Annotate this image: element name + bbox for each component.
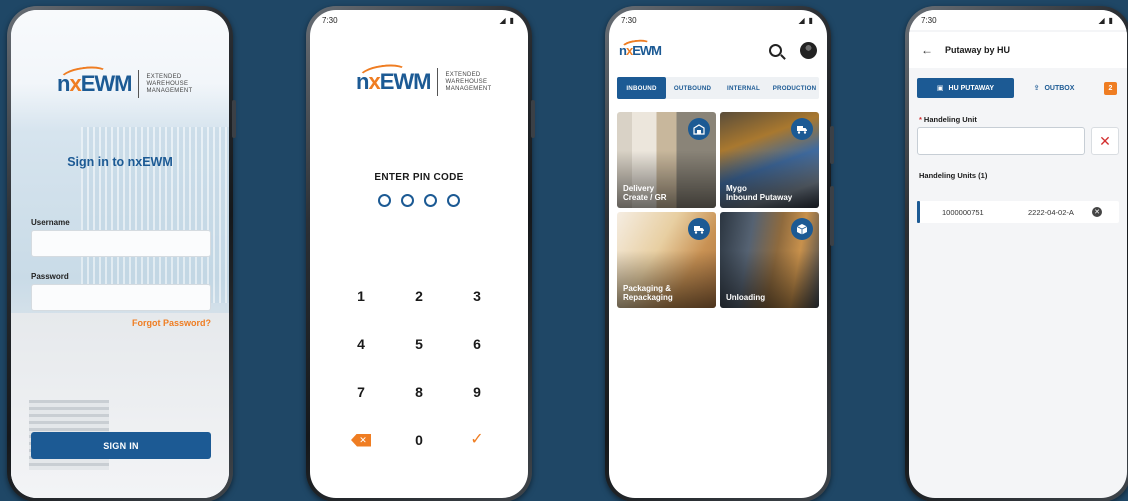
handeling-unit-input[interactable] [917, 127, 1085, 155]
key-4[interactable]: 4 [332, 335, 390, 353]
tile-label: Unloading [726, 293, 766, 302]
hu-number: 1000000751 [942, 207, 984, 217]
delete-key[interactable]: ✕ [332, 431, 390, 449]
logo-tagline: EXTENDED WAREHOUSE MANAGEMENT [445, 71, 492, 92]
tile-label: Packaging & Repackaging [623, 284, 673, 302]
logo-mark: nxEWM [356, 61, 431, 93]
pin-dot [447, 194, 460, 207]
key-7[interactable]: 7 [332, 383, 390, 401]
putaway-screen: 7:30 ◢ ▮ ← Putaway by HU ▣ HU PUTAWAY ⇪ O… [909, 10, 1127, 498]
logo-tagline: EXTENDED WAREHOUSE MANAGEMENT [146, 73, 193, 94]
home-screen: 7:30 ◢ ▮ nxEWM INBOUND OUTBOUND INTERNAL … [609, 10, 827, 498]
clear-button[interactable]: ✕ [1091, 127, 1119, 155]
box-icon [791, 218, 813, 240]
confirm-key[interactable]: ✓ [448, 431, 506, 449]
pin-dot [378, 194, 391, 207]
signal-icon: ◢ [798, 15, 805, 25]
back-arrow-icon[interactable]: ← [921, 43, 933, 57]
remove-icon[interactable]: ✕ [1092, 207, 1102, 217]
hu-putaway-button[interactable]: ▣ HU PUTAWAY [917, 78, 1014, 98]
status-bar: 7:30 ◢ ▮ [310, 10, 528, 30]
pin-indicator [310, 194, 528, 207]
password-input[interactable] [31, 284, 211, 311]
tab-production[interactable]: PRODUCTION [770, 77, 819, 99]
status-time: 7:30 [621, 15, 637, 25]
tile-mygo-inbound-putaway[interactable]: Mygo Inbound Putaway [720, 112, 819, 208]
tile-unloading[interactable]: Unloading [720, 212, 819, 308]
brand-logo: nxEWM EXTENDED WAREHOUSE MANAGEMENT [57, 63, 193, 98]
phone-home: 7:30 ◢ ▮ nxEWM INBOUND OUTBOUND INTERNAL … [605, 6, 834, 501]
battery-icon: ▮ [509, 15, 514, 25]
username-input[interactable] [31, 230, 211, 257]
warehouse-icon: ▣ [936, 85, 944, 92]
key-3[interactable]: 3 [448, 287, 506, 305]
outbox-button[interactable]: ⇪ OUTBOX [1014, 78, 1094, 98]
table-row[interactable]: 1000000751 2222-04-02-A ✕ [917, 201, 1119, 223]
tile-label: Delivery Create / GR [623, 184, 667, 202]
logo-mark: nxEWM [57, 63, 132, 95]
forgot-password-link[interactable]: Forgot Password? [132, 318, 211, 328]
battery-icon: ▮ [1108, 15, 1113, 25]
truck-icon [791, 118, 813, 140]
handeling-unit-label: * Handeling Unit [919, 115, 977, 124]
phone-putaway: 7:30 ◢ ▮ ← Putaway by HU ▣ HU PUTAWAY ⇪ O… [905, 6, 1128, 501]
logo-mark: nxEWM [619, 37, 662, 57]
app-header: ← Putaway by HU [909, 32, 1127, 68]
pin-dot [424, 194, 437, 207]
phone-login: nxEWM EXTENDED WAREHOUSE MANAGEMENT Sign i… [7, 6, 236, 501]
key-5[interactable]: 5 [390, 335, 448, 353]
signin-title: Sign in to nxEWM [67, 155, 173, 169]
key-6[interactable]: 6 [448, 335, 506, 353]
category-tabs: INBOUND OUTBOUND INTERNAL PRODUCTION [617, 77, 819, 99]
phone-pin: 7:30 ◢ ▮ nxEWM EXTENDED WAREHOUSE MANAGEMEN… [306, 6, 535, 501]
tile-packaging-repackaging[interactable]: Packaging & Repackaging [617, 212, 716, 308]
brand-logo: nxEWM [619, 37, 662, 57]
outbox-count-badge: 2 [1104, 81, 1117, 95]
pin-title: ENTER PIN CODE [374, 172, 464, 183]
status-bar: 7:30 ◢ ▮ [909, 10, 1127, 30]
tab-outbound[interactable]: OUTBOUND [668, 77, 717, 99]
avatar[interactable] [800, 41, 817, 59]
brand-logo: nxEWM EXTENDED WAREHOUSE MANAGEMENT [356, 61, 492, 96]
storage-bin: 2222-04-02-A [1028, 207, 1074, 217]
page-title: Putaway by HU [945, 45, 1011, 55]
check-icon: ✓ [470, 431, 484, 448]
pin-dot [401, 194, 414, 207]
backspace-icon: ✕ [351, 433, 371, 447]
search-icon[interactable] [769, 43, 782, 57]
username-label: Username [31, 218, 70, 227]
key-9[interactable]: 9 [448, 383, 506, 401]
close-icon: ✕ [1099, 132, 1111, 149]
key-8[interactable]: 8 [390, 383, 448, 401]
warehouse-icon [688, 118, 710, 140]
pin-screen: 7:30 ◢ ▮ nxEWM EXTENDED WAREHOUSE MANAGEMEN… [310, 10, 528, 498]
handeling-units-heading: Handeling Units (1) [919, 171, 988, 180]
signin-button[interactable]: SIGN IN [31, 432, 211, 459]
password-label: Password [31, 272, 69, 281]
tab-internal[interactable]: INTERNAL [719, 77, 768, 99]
key-2[interactable]: 2 [390, 287, 448, 305]
key-1[interactable]: 1 [332, 287, 390, 305]
outbox-icon: ⇪ [1033, 85, 1040, 92]
signal-icon: ◢ [1098, 15, 1105, 25]
delivery-truck-icon [688, 218, 710, 240]
process-tiles: Delivery Create / GR Mygo Inbound Putawa… [617, 112, 819, 308]
tile-label: Mygo Inbound Putaway [726, 184, 793, 202]
signal-icon: ◢ [499, 15, 506, 25]
status-time: 7:30 [322, 15, 338, 25]
putaway-mode-toggle: ▣ HU PUTAWAY ⇪ OUTBOX 2 [917, 78, 1119, 98]
status-time: 7:30 [921, 15, 937, 25]
tile-delivery-create-gr[interactable]: Delivery Create / GR [617, 112, 716, 208]
battery-icon: ▮ [808, 15, 813, 25]
app-header: nxEWM [619, 32, 817, 68]
tab-inbound[interactable]: INBOUND [617, 77, 666, 99]
login-screen: nxEWM EXTENDED WAREHOUSE MANAGEMENT Sign i… [11, 10, 229, 498]
keypad: 1 2 3 4 5 6 7 8 9 ✕ 0 ✓ [332, 287, 506, 449]
status-bar: 7:30 ◢ ▮ [609, 10, 827, 30]
key-0[interactable]: 0 [390, 431, 448, 449]
